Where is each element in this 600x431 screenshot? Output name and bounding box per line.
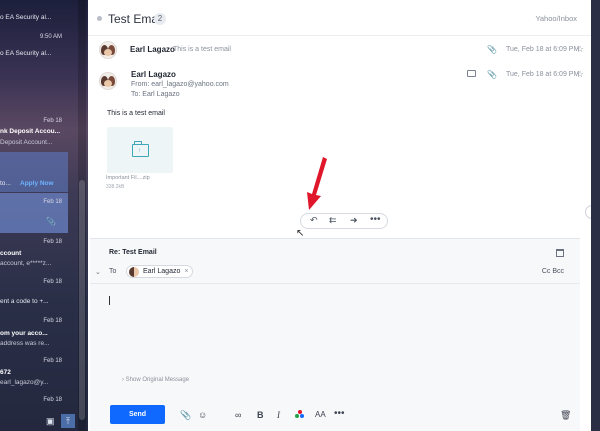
right-edge-panel xyxy=(591,0,600,431)
attachment-icon: 📎 xyxy=(46,217,56,226)
text-color-icon[interactable] xyxy=(295,410,305,420)
avatar xyxy=(129,267,139,277)
apply-now-link[interactable]: Apply Now xyxy=(20,180,54,187)
sidebar-scroll-thumb[interactable] xyxy=(79,180,85,420)
show-original-message-link[interactable]: › Show Original Message xyxy=(122,377,189,383)
avatar xyxy=(99,72,117,90)
to-label: To xyxy=(109,268,117,275)
print-icon[interactable] xyxy=(467,70,476,77)
list-item[interactable]: Feb 18 ccount account, e*****z... xyxy=(0,234,68,274)
attachment-icon: 📎 xyxy=(487,70,497,79)
sidebar-footer: ▣ ⤒ xyxy=(0,410,88,431)
list-item[interactable]: Feb 18 om your acco... address was re... xyxy=(0,314,68,354)
list-item[interactable]: o EA Security al... xyxy=(0,0,68,26)
star-icon[interactable]: ☆ xyxy=(576,69,584,80)
attachment-name[interactable]: Important Fil....zip xyxy=(106,175,150,181)
annotation-arrow xyxy=(307,157,327,210)
more-options-icon[interactable]: ••• xyxy=(334,408,345,419)
forward-icon[interactable]: ➜ xyxy=(350,215,358,226)
image-icon[interactable]: ▣ xyxy=(46,416,55,427)
message-date: Tue, Feb 18 at 6:09 PM xyxy=(506,46,580,53)
unread-dot-icon xyxy=(97,16,102,21)
more-icon[interactable]: ••• xyxy=(370,214,381,225)
list-item[interactable]: Feb 18 nk Deposit Accou... Deposit Accou… xyxy=(0,112,68,152)
thread-header: Test Email 2 Yahoo/Inbox xyxy=(88,0,591,36)
link-icon[interactable]: ∞ xyxy=(235,410,241,420)
list-item[interactable]: ent a code to +... xyxy=(0,294,68,314)
message-count-badge: 2 xyxy=(154,13,166,25)
sender-address: From: earl_lagazo@yahoo.com xyxy=(131,81,229,88)
message-actions-bar: ↶ ⇇ ➜ ••• xyxy=(300,213,388,229)
message-date: Tue, Feb 18 at 6:09 PM xyxy=(506,71,580,78)
message-body: This is a test email xyxy=(107,110,165,117)
remove-recipient-icon[interactable]: × xyxy=(184,268,188,275)
emoji-icon[interactable]: ☺ xyxy=(198,410,207,420)
folder-label: Yahoo/Inbox xyxy=(535,14,577,23)
list-item[interactable]: to... Apply Now xyxy=(0,152,68,192)
attachment-icon: 📎 xyxy=(487,45,497,54)
reply-all-icon[interactable]: ⇇ xyxy=(329,215,337,226)
composer-subject: Re: Test Email xyxy=(109,249,157,256)
cc-bcc-toggle[interactable]: Cc Bcc xyxy=(542,268,564,275)
list-item[interactable]: Feb 18 xyxy=(0,394,68,410)
font-size-icon[interactable]: AA xyxy=(315,410,326,419)
reading-pane: Test Email 2 Yahoo/Inbox Earl Lagazo Thi… xyxy=(88,0,600,431)
recipient-chip[interactable]: Earl Lagazo × xyxy=(126,265,194,278)
recipient-line: To: Earl Lagazo xyxy=(131,91,180,98)
message-list-sidebar: o EA Security al... 9:50 AM o EA Securit… xyxy=(0,0,88,431)
send-button[interactable]: Send xyxy=(110,405,165,424)
italic-icon[interactable]: I xyxy=(277,410,280,420)
attach-icon[interactable]: 📎 xyxy=(180,410,191,421)
attachment-size: 338.2kB xyxy=(106,184,125,190)
bold-icon[interactable]: B xyxy=(257,410,264,420)
message-body-editor[interactable] xyxy=(104,289,564,369)
upload-arrow-icon: ↑ xyxy=(138,148,141,154)
sender-name: Earl Lagazo xyxy=(130,45,175,54)
avatar xyxy=(99,41,117,59)
reply-composer: Re: Test Email ⌄ To Earl Lagazo × Cc Bcc … xyxy=(90,238,580,431)
list-item[interactable]: Feb 18 672 earl_lagazo@y... xyxy=(0,354,68,394)
divider xyxy=(90,283,580,284)
star-icon[interactable]: ☆ xyxy=(576,44,584,55)
chevron-down-icon[interactable]: ⌄ xyxy=(95,268,101,276)
sender-name: Earl Lagazo xyxy=(131,70,176,79)
popout-icon[interactable] xyxy=(556,249,564,257)
collapsed-message[interactable]: Earl Lagazo This is a test email 📎 Tue, … xyxy=(88,37,591,63)
reply-icon[interactable]: ↶ xyxy=(310,215,318,226)
message-snippet: This is a test email xyxy=(173,46,231,53)
scroll-to-top-icon[interactable]: ⤒ xyxy=(61,414,75,428)
list-item[interactable]: Feb 18 📎 xyxy=(0,193,68,233)
trash-icon[interactable]: 🗑 xyxy=(560,410,571,421)
attachment-card[interactable]: ↑ xyxy=(107,127,173,173)
list-item[interactable]: 9:50 AM o EA Security al... xyxy=(0,26,68,66)
recipient-name: Earl Lagazo xyxy=(143,268,181,275)
